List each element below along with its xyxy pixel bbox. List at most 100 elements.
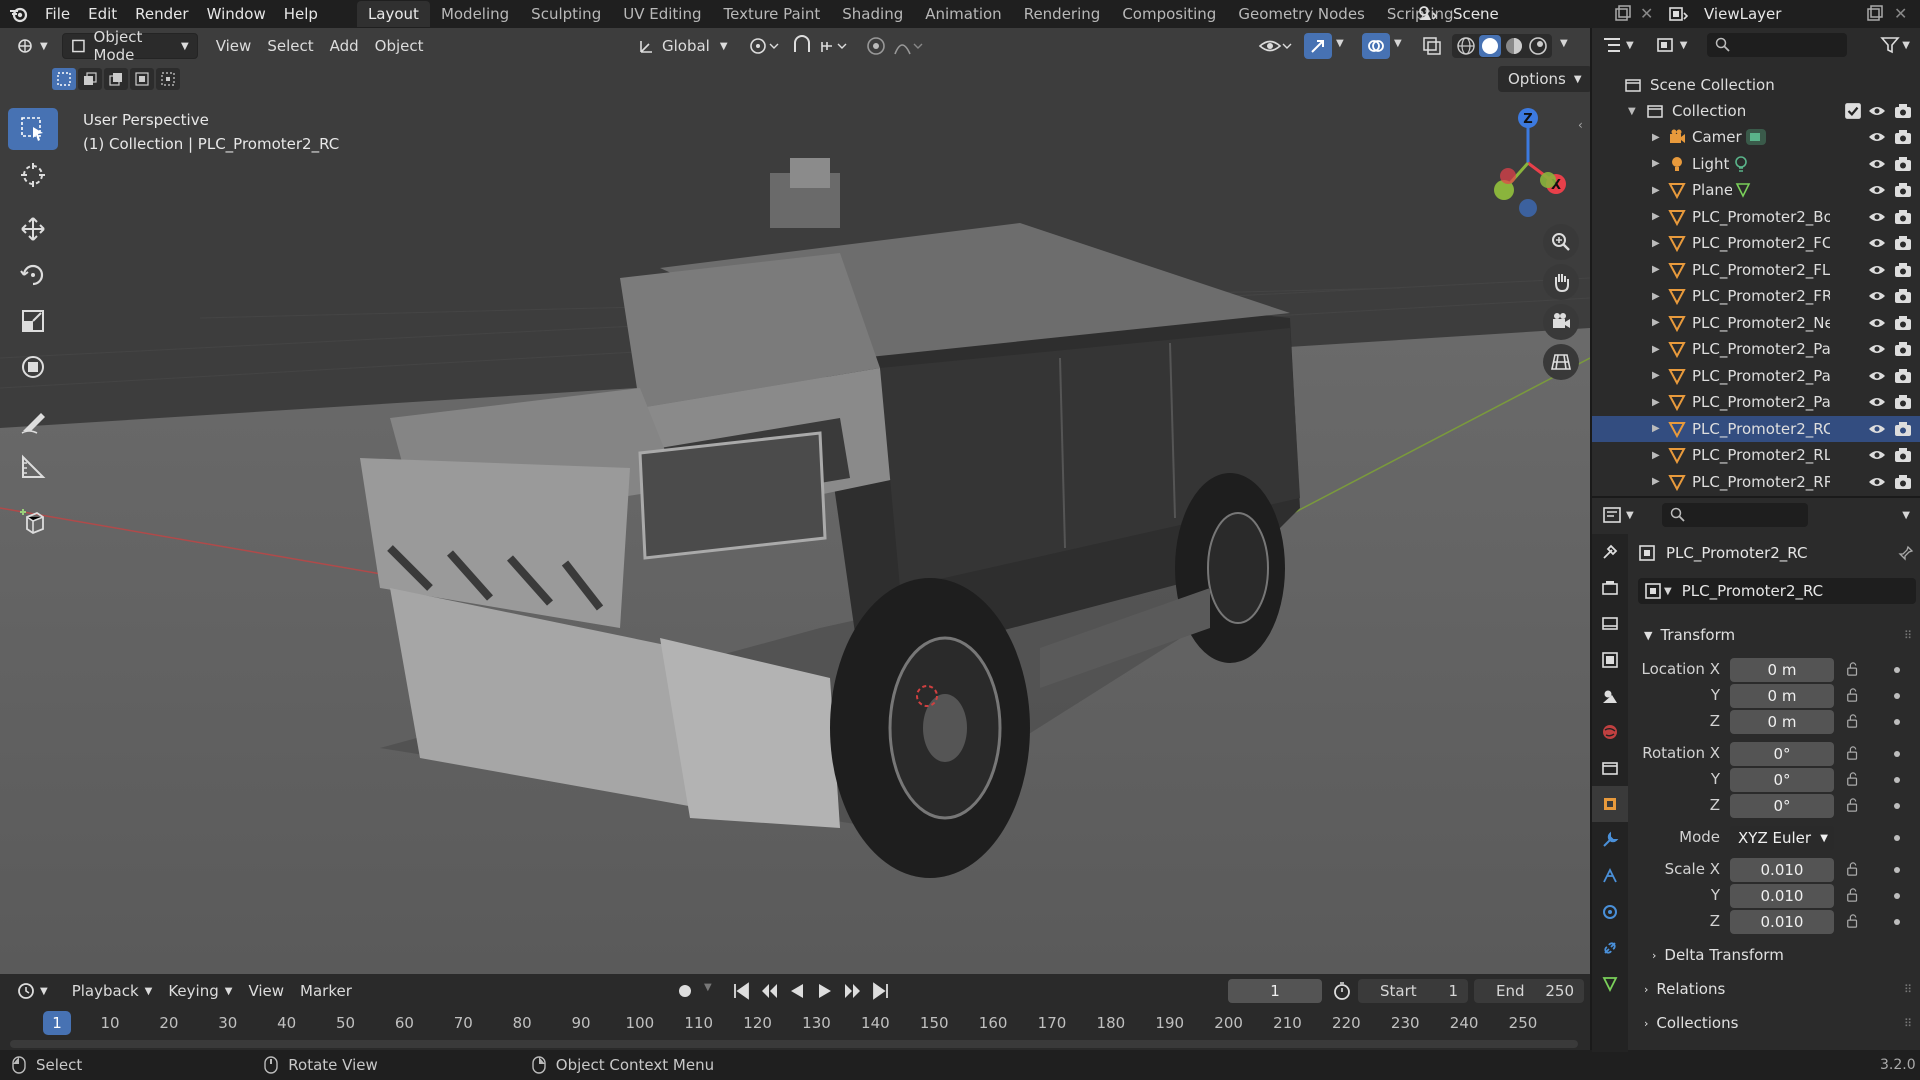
particles-tab-icon[interactable]	[1592, 858, 1628, 894]
lock-icon[interactable]	[1846, 914, 1860, 928]
select-subtract-icon[interactable]	[104, 68, 128, 90]
pin-icon[interactable]	[1898, 545, 1914, 561]
tool-settings-tab-icon[interactable]	[1592, 534, 1628, 570]
timeline-scrollbar[interactable]	[10, 1040, 1578, 1048]
select-box-tool-icon[interactable]	[8, 108, 58, 150]
pan-hand-icon[interactable]	[1543, 264, 1579, 300]
tab-geometry-nodes[interactable]: Geometry Nodes	[1227, 1, 1376, 27]
eye-icon[interactable]	[1868, 210, 1886, 224]
visibility-icon[interactable]	[1258, 34, 1292, 62]
outliner-editor-type[interactable]: ▼	[1602, 36, 1634, 54]
tab-modeling[interactable]: Modeling	[430, 1, 520, 27]
eye-icon[interactable]	[1868, 422, 1886, 436]
outliner-item[interactable]: ▶ Light	[1592, 151, 1920, 177]
drag-handle-icon[interactable]: ⠿	[1904, 629, 1912, 642]
prev-keyframe-icon[interactable]	[758, 980, 780, 1002]
outliner-item[interactable]: ▶ PLC_Promoter2_RL	[1592, 442, 1920, 468]
chevron-down-icon[interactable]: ▼	[1902, 510, 1910, 521]
editor-type-button[interactable]: ▼	[8, 33, 56, 59]
tab-animation[interactable]: Animation	[914, 1, 1012, 27]
lock-icon[interactable]	[1846, 746, 1860, 760]
keyframe-dot-icon[interactable]	[1894, 919, 1900, 925]
keyframe-dot-icon[interactable]	[1894, 867, 1900, 873]
outliner-item[interactable]: ▶ PLC_Promoter2_RC	[1592, 415, 1920, 442]
scene-tab-icon[interactable]	[1592, 678, 1628, 714]
outliner-item[interactable]: ▶ PLC_Promoter2_Net	[1592, 310, 1920, 336]
delta-transform-header[interactable]: › Delta Transform	[1652, 940, 1912, 970]
chevron-down-icon[interactable]: ▼	[704, 982, 712, 993]
chevron-down-icon[interactable]: ▼	[1336, 38, 1344, 49]
sidebar-toggle-icon[interactable]: ‹	[1578, 118, 1583, 132]
eye-icon[interactable]	[1868, 236, 1886, 250]
keyframe-dot-icon[interactable]	[1894, 719, 1900, 725]
transform-tool-icon[interactable]	[8, 346, 58, 388]
render-camera-icon[interactable]	[1894, 421, 1912, 437]
expand-triangle-icon[interactable]: ▶	[1652, 291, 1660, 302]
lock-icon[interactable]	[1846, 714, 1860, 728]
render-camera-icon[interactable]	[1894, 368, 1912, 384]
view-layer-selector[interactable]: ViewLayer	[1668, 0, 1781, 28]
play-icon[interactable]	[814, 980, 836, 1002]
scale-tool-icon[interactable]	[8, 300, 58, 342]
overlays-icon[interactable]	[1362, 33, 1390, 59]
view-layer-name[interactable]: ViewLayer	[1704, 5, 1781, 23]
expand-triangle-icon[interactable]: ▶	[1652, 423, 1660, 434]
rotation-y-field[interactable]: 0°	[1730, 768, 1834, 792]
outliner-item[interactable]: ▶ PLC_Promoter2_Parts	[1592, 389, 1920, 415]
collection-row[interactable]: ▼ Collection	[1592, 98, 1920, 124]
navigation-gizmo[interactable]: Z X	[1478, 108, 1578, 218]
rotation-mode-select[interactable]: XYZ Euler ▼	[1730, 826, 1834, 850]
lock-icon[interactable]	[1846, 662, 1860, 676]
expand-triangle-icon[interactable]: ▶	[1652, 264, 1660, 275]
transform-panel-header[interactable]: ▼ Transform ⠿	[1636, 620, 1918, 650]
expand-triangle-icon[interactable]: ▶	[1652, 132, 1660, 143]
expand-triangle-icon[interactable]: ▼	[1628, 106, 1636, 117]
menu-window[interactable]: Window	[198, 0, 275, 28]
object-data-select[interactable]: ▼ PLC_Promoter2_RC	[1638, 578, 1916, 604]
menu-view[interactable]: View	[208, 33, 260, 59]
camera-view-icon[interactable]	[1543, 304, 1579, 340]
tab-compositing[interactable]: Compositing	[1111, 1, 1227, 27]
render-tab-icon[interactable]	[1592, 570, 1628, 606]
menu-help[interactable]: Help	[275, 0, 327, 28]
outliner-item[interactable]: ▶ PLC_Promoter2_FC	[1592, 230, 1920, 256]
move-tool-icon[interactable]	[8, 208, 58, 250]
outliner-search-input[interactable]	[1707, 33, 1848, 57]
delete-scene-icon[interactable]: ✕	[1640, 4, 1653, 23]
expand-triangle-icon[interactable]: ▶	[1652, 158, 1660, 169]
eye-icon[interactable]	[1868, 369, 1886, 383]
tab-shading[interactable]: Shading	[831, 1, 914, 27]
render-camera-icon[interactable]	[1894, 103, 1912, 119]
current-frame-field[interactable]: 1	[1228, 979, 1322, 1003]
eye-icon[interactable]	[1868, 342, 1886, 356]
render-camera-icon[interactable]	[1894, 288, 1912, 304]
menu-object[interactable]: Object	[367, 33, 432, 59]
render-camera-icon[interactable]	[1894, 262, 1912, 278]
outliner-item[interactable]: ▶ PLC_Promoter2_RR	[1592, 469, 1920, 495]
constraints-tab-icon[interactable]	[1592, 930, 1628, 966]
keyframe-dot-icon[interactable]	[1894, 693, 1900, 699]
outliner-item[interactable]: ▶ PLC_Promoter2_FR	[1592, 283, 1920, 309]
view-layer-tab-icon[interactable]	[1592, 642, 1628, 678]
relations-header[interactable]: › Relations ⠿	[1636, 974, 1918, 1004]
world-tab-icon[interactable]	[1592, 714, 1628, 750]
object-data-tab-icon[interactable]	[1592, 966, 1628, 1002]
mode-select[interactable]: Object Mode ▼	[61, 28, 198, 64]
delete-view-layer-icon[interactable]: ✕	[1894, 4, 1907, 23]
render-camera-icon[interactable]	[1894, 235, 1912, 251]
measure-tool-icon[interactable]	[8, 446, 58, 488]
menu-timeline-view[interactable]: View	[240, 978, 292, 1004]
new-view-layer-icon[interactable]	[1866, 5, 1884, 27]
display-mode-select[interactable]: ▼	[1656, 36, 1687, 54]
playhead[interactable]: 1	[43, 1011, 71, 1035]
select-invert-icon[interactable]	[130, 68, 154, 90]
eye-icon[interactable]	[1868, 130, 1886, 144]
lock-icon[interactable]	[1846, 772, 1860, 786]
outliner-item[interactable]: ▶ Plane	[1592, 177, 1920, 203]
next-keyframe-icon[interactable]	[842, 980, 864, 1002]
keyframe-dot-icon[interactable]	[1894, 751, 1900, 757]
physics-tab-icon[interactable]	[1592, 894, 1628, 930]
play-reverse-icon[interactable]	[786, 980, 808, 1002]
blender-logo-icon[interactable]	[0, 0, 36, 28]
render-camera-icon[interactable]	[1894, 209, 1912, 225]
